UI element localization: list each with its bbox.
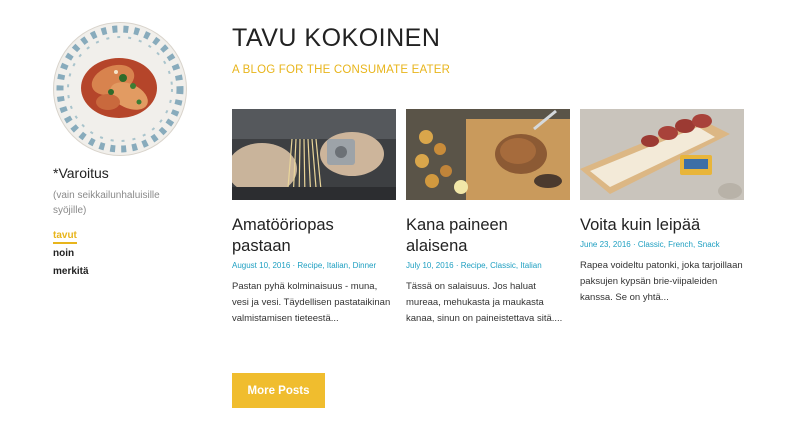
post-category[interactable]: Italian bbox=[520, 261, 541, 270]
post-category[interactable]: French bbox=[668, 240, 693, 249]
sidebar-item-tavut[interactable]: tavut bbox=[53, 229, 89, 247]
post-date[interactable]: July 10, 2016 bbox=[406, 261, 454, 270]
pasta-making-photo[interactable] bbox=[232, 109, 396, 200]
post-card: Amatööriopas pastaan August 10, 2016 · R… bbox=[232, 109, 396, 327]
sidebar-item-label[interactable]: noin bbox=[53, 248, 74, 259]
chicken-carving-photo[interactable] bbox=[406, 109, 570, 200]
plate-photo bbox=[53, 22, 187, 156]
post-meta: June 23, 2016 · Classic, French, Snack bbox=[580, 240, 720, 249]
post-category[interactable]: Recipe bbox=[297, 261, 322, 270]
post-category[interactable]: Snack bbox=[697, 240, 719, 249]
post-title[interactable]: Kana paineen alaisena bbox=[406, 215, 570, 257]
site-title[interactable]: TAVU KOKOINEN bbox=[232, 24, 440, 53]
post-meta: August 10, 2016 · Recipe, Italian, Dinne… bbox=[232, 261, 377, 270]
post-category[interactable]: Recipe bbox=[461, 261, 486, 270]
post-category[interactable]: Italian bbox=[327, 261, 348, 270]
post-category[interactable]: Dinner bbox=[353, 261, 377, 270]
post-excerpt: Pastan pyhä kolminaisuus - muna, vesi ja… bbox=[232, 281, 391, 324]
post-meta: July 10, 2016 · Recipe, Classic, Italian bbox=[406, 261, 542, 270]
post-card: Kana paineen alaisena July 10, 2016 · Re… bbox=[406, 109, 570, 327]
sidebar-item-noin[interactable]: noin bbox=[53, 247, 89, 265]
avatar[interactable] bbox=[53, 22, 187, 156]
post-category[interactable]: Classic bbox=[638, 240, 664, 249]
post-excerpt: Rapea voideltu patonki, joka tarjoillaan… bbox=[580, 260, 743, 303]
post-category[interactable]: Classic bbox=[490, 261, 516, 270]
sidebar-nav: tavut noin merkitä bbox=[53, 229, 89, 283]
site-tagline: A BLOG FOR THE CONSUMATE EATER bbox=[232, 64, 451, 76]
sidebar-item-label[interactable]: tavut bbox=[53, 230, 77, 244]
post-card: Voita kuin leipää June 23, 2016 · Classi… bbox=[580, 109, 744, 306]
sidebar-item-label[interactable]: merkitä bbox=[53, 266, 89, 277]
baguette-salami-photo[interactable] bbox=[580, 109, 744, 200]
warning-subtitle: (vain seikkailunhaluisille syöjille) bbox=[53, 190, 160, 216]
post-title[interactable]: Amatööriopas pastaan bbox=[232, 215, 396, 257]
sidebar-item-merkita[interactable]: merkitä bbox=[53, 265, 89, 283]
warning-title: *Varoitus bbox=[53, 165, 109, 181]
post-date[interactable]: June 23, 2016 bbox=[580, 240, 631, 249]
more-posts-button[interactable]: More Posts bbox=[232, 373, 325, 408]
post-date[interactable]: August 10, 2016 bbox=[232, 261, 290, 270]
post-title[interactable]: Voita kuin leipää bbox=[580, 215, 744, 236]
post-excerpt: Tässä on salaisuus. Jos haluat mureaa, m… bbox=[406, 281, 563, 324]
